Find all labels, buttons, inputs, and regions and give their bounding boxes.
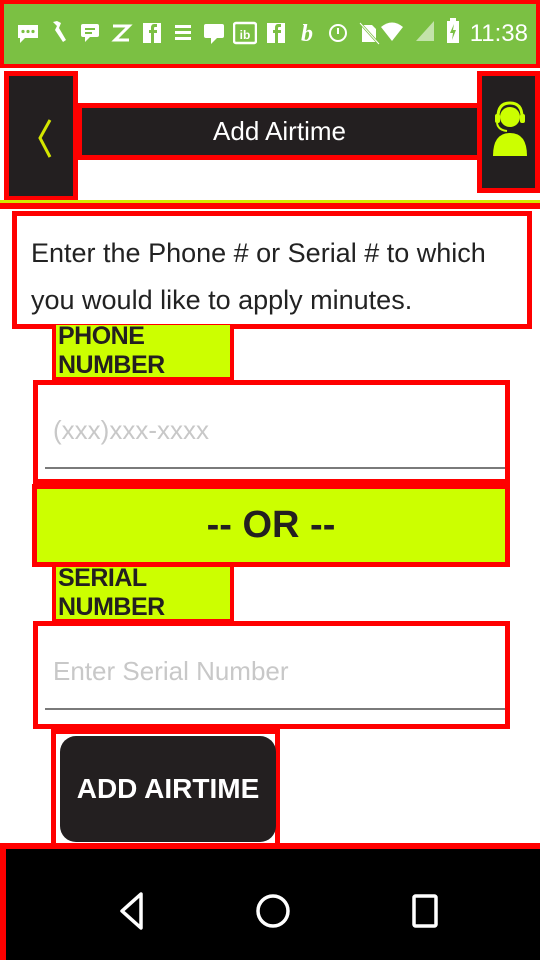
news-icon bbox=[171, 18, 195, 48]
customer-support-icon bbox=[493, 101, 527, 156]
instructions-text: Enter the Phone # or Serial # to which y… bbox=[12, 211, 532, 329]
home-icon[interactable] bbox=[248, 889, 298, 933]
ib-icon: ib bbox=[232, 18, 258, 48]
message-icon bbox=[78, 18, 102, 48]
or-separator: -- OR -- bbox=[32, 484, 510, 567]
notification-icons: ib b bbox=[16, 18, 381, 48]
svg-text:b: b bbox=[301, 21, 313, 47]
phone-number-label: PHONE NUMBER bbox=[52, 322, 234, 381]
chat-icon bbox=[16, 18, 40, 48]
add-airtime-button-container: ADD AIRTIME bbox=[51, 729, 280, 845]
facebook-icon bbox=[140, 18, 164, 48]
system-icons: 11:38 bbox=[380, 18, 528, 49]
header-divider bbox=[0, 203, 540, 209]
serial-number-input[interactable] bbox=[45, 634, 505, 710]
battery-icon bbox=[446, 18, 460, 49]
page-title: Add Airtime bbox=[213, 116, 346, 146]
svg-text:ib: ib bbox=[240, 28, 251, 42]
alarm-icon bbox=[326, 18, 350, 48]
serial-number-field-container bbox=[33, 621, 510, 729]
phone-number-input[interactable] bbox=[45, 393, 505, 469]
no-sim-icon bbox=[357, 18, 381, 48]
bold-b-icon: b bbox=[295, 18, 319, 48]
facebook-icon bbox=[264, 18, 288, 48]
recents-icon[interactable] bbox=[400, 889, 450, 933]
serial-number-label: SERIAL NUMBER bbox=[52, 564, 234, 623]
or-separator-text: -- OR -- bbox=[206, 504, 336, 546]
page-title-bar: Add Airtime bbox=[77, 103, 482, 160]
system-navigation-bar bbox=[0, 843, 540, 960]
status-bar: ib b 11:38 bbox=[0, 0, 540, 68]
chevron-left-icon bbox=[38, 119, 52, 158]
wrench-icon bbox=[47, 18, 71, 48]
back-button[interactable] bbox=[4, 71, 78, 201]
back-icon[interactable] bbox=[110, 889, 160, 933]
zedge-icon bbox=[109, 18, 133, 48]
add-airtime-button[interactable]: ADD AIRTIME bbox=[60, 736, 276, 842]
wifi-icon bbox=[380, 19, 404, 48]
clock: 11:38 bbox=[469, 19, 528, 47]
phone-number-field-container bbox=[33, 380, 510, 484]
support-button[interactable] bbox=[477, 71, 540, 193]
speech-icon bbox=[202, 18, 226, 48]
signal-icon bbox=[414, 19, 436, 48]
